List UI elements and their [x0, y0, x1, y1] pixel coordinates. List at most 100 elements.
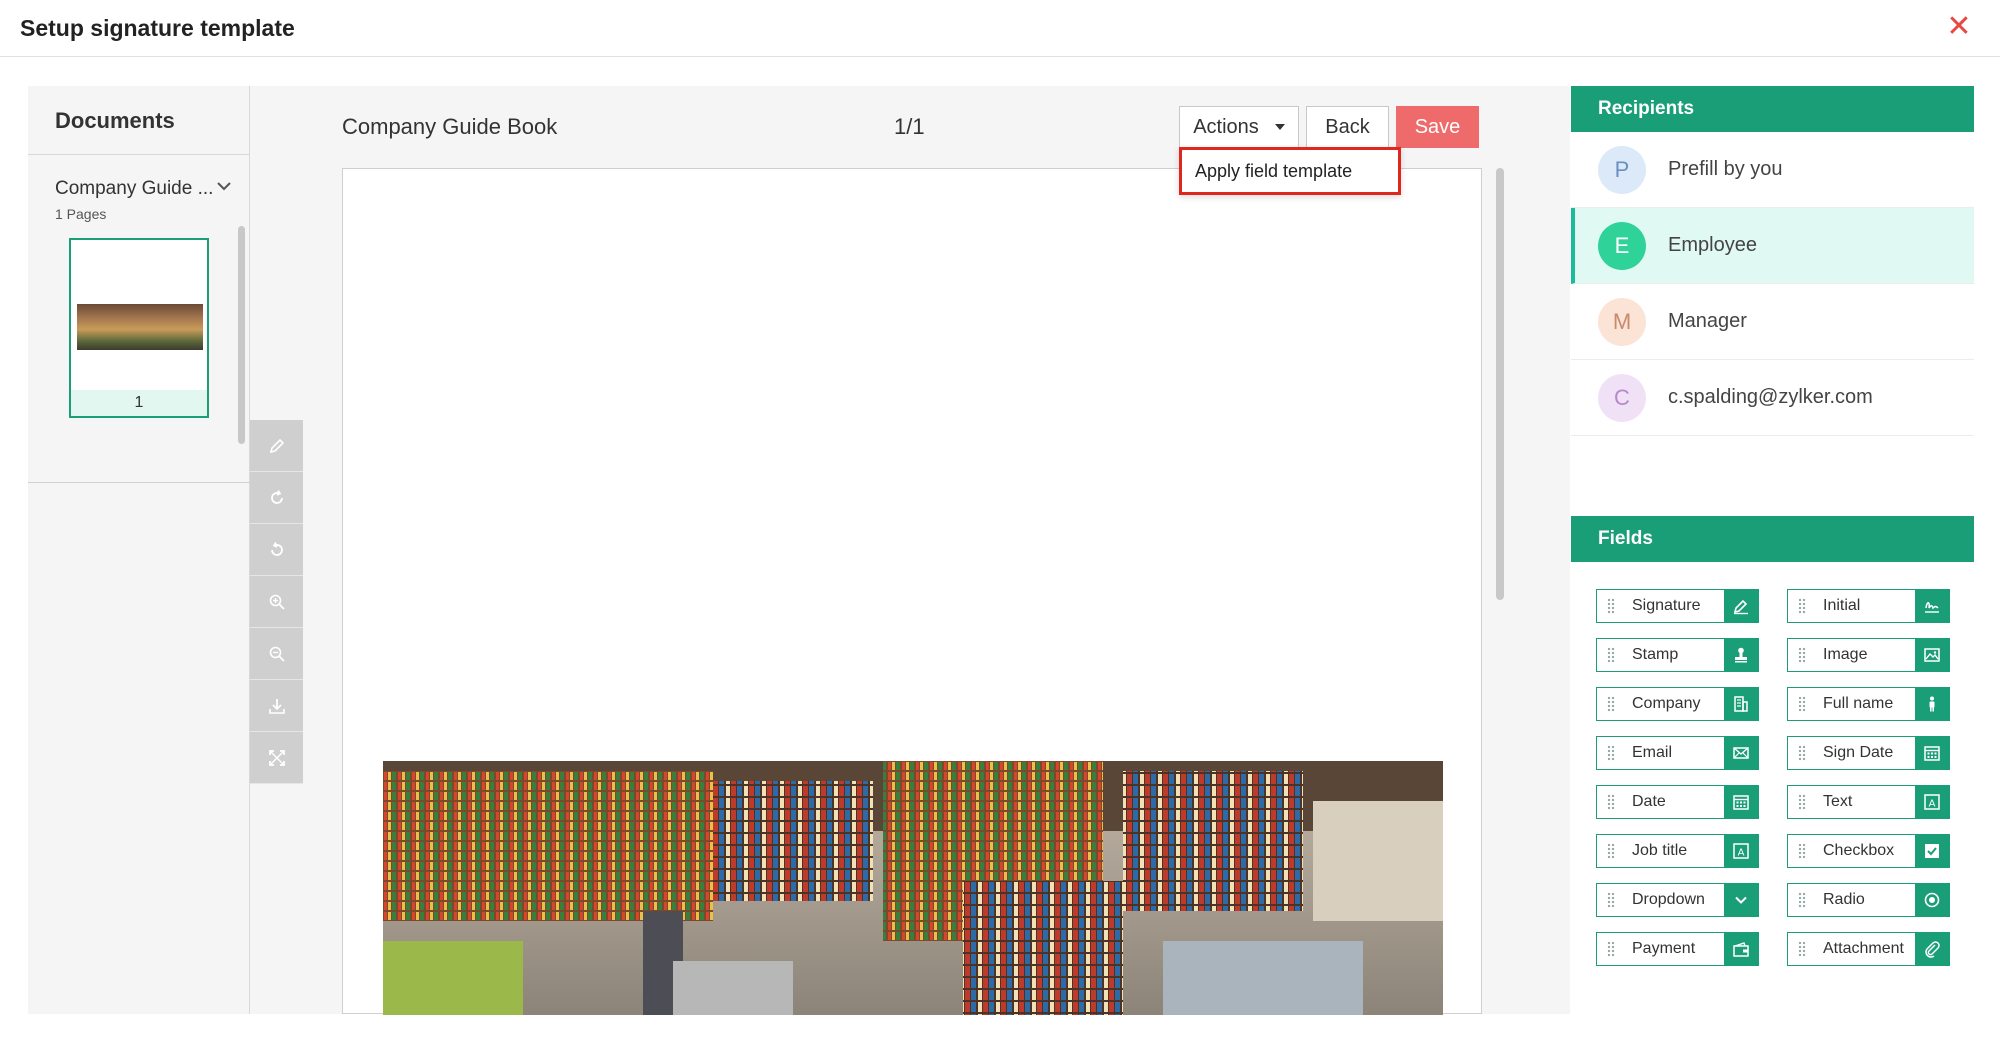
chevron-down-icon[interactable] [214, 176, 234, 196]
field-label: Stamp [1632, 646, 1679, 663]
field-label: Company [1632, 695, 1701, 712]
save-button[interactable]: Save [1396, 106, 1479, 148]
pen-icon [1733, 599, 1748, 615]
edit-tool[interactable] [250, 420, 303, 472]
field-signature[interactable]: Signature [1596, 589, 1759, 623]
recipient-name: Prefill by you [1668, 158, 1783, 180]
grip-icon [1798, 794, 1806, 810]
viewer-toolbar [250, 420, 303, 784]
building-icon [1734, 696, 1748, 712]
caret-down-icon [1274, 124, 1285, 130]
zoom-out-tool[interactable] [250, 628, 303, 680]
recipient-name: Employee [1668, 234, 1757, 256]
documents-scrollbar[interactable] [238, 226, 245, 444]
download-tool[interactable] [250, 680, 303, 732]
grip-icon [1607, 598, 1615, 614]
field-label: Full name [1823, 695, 1894, 712]
divider [28, 482, 250, 483]
apply-field-template-option[interactable]: Apply field template [1195, 161, 1352, 182]
back-button[interactable]: Back [1306, 106, 1389, 148]
dialog-header: Setup signature template ✕ [0, 0, 2000, 57]
recipient-row[interactable]: E Employee [1571, 208, 1974, 284]
grip-icon [1798, 892, 1806, 908]
thumbnail-image [77, 304, 203, 350]
field-checkbox[interactable]: Checkbox [1787, 834, 1950, 868]
avatar: E [1598, 221, 1646, 270]
grip-icon [1798, 843, 1806, 859]
grip-icon [1607, 794, 1615, 810]
field-label: Sign Date [1823, 744, 1894, 761]
recipient-row[interactable]: P Prefill by you [1571, 132, 1974, 208]
document-title: Company Guide Book [342, 114, 558, 139]
field-initial[interactable]: Initial [1787, 589, 1950, 623]
initial-icon [1925, 602, 1939, 613]
documents-panel: Documents Company Guide ... 1 Pages 1 [28, 86, 250, 1014]
grip-icon [1607, 941, 1615, 957]
actions-label: Actions [1193, 115, 1259, 138]
text-icon: A [1924, 794, 1940, 810]
field-label: Signature [1632, 597, 1701, 614]
page-scrollbar[interactable] [1496, 168, 1504, 600]
avatar: M [1598, 297, 1646, 346]
page-thumbnail[interactable]: 1 [69, 238, 209, 418]
field-dropdown[interactable]: Dropdown [1596, 883, 1759, 917]
dialog-title: Setup signature template [20, 15, 295, 41]
grip-icon [1607, 745, 1615, 761]
field-label: Initial [1823, 597, 1861, 614]
grip-icon [1607, 892, 1615, 908]
stamp-icon [1735, 647, 1747, 663]
rotate-left-icon [270, 541, 283, 556]
rotate-left-tool[interactable] [250, 524, 303, 576]
field-text[interactable]: Text A [1787, 785, 1950, 819]
calendar-icon [1733, 795, 1749, 810]
grip-icon [1607, 696, 1615, 712]
field-image[interactable]: Image [1787, 638, 1950, 672]
actions-button[interactable]: Actions [1179, 106, 1299, 148]
rotate-right-tool[interactable] [250, 472, 303, 524]
recipient-row[interactable]: C c.spalding@zylker.com [1571, 360, 1974, 436]
fullscreen-tool[interactable] [250, 732, 303, 784]
document-name[interactable]: Company Guide ... [55, 178, 213, 200]
field-date[interactable]: Date [1596, 785, 1759, 819]
field-company[interactable]: Company [1596, 687, 1759, 721]
recipient-row[interactable]: M Manager [1571, 284, 1974, 360]
fields-header: Fields [1571, 516, 1974, 562]
field-label: Payment [1632, 940, 1696, 957]
documents-title: Documents [55, 108, 175, 133]
grip-icon [1798, 598, 1806, 614]
zoom-in-tool[interactable] [250, 576, 303, 628]
chevron-down-icon [1735, 896, 1747, 904]
svg-text:A: A [1929, 799, 1936, 810]
grip-icon [1607, 647, 1615, 663]
field-sign-date[interactable]: Sign Date [1787, 736, 1950, 770]
field-label: Date [1632, 793, 1666, 810]
actions-dropdown: Apply field template [1179, 147, 1401, 195]
recipients-header: Recipients [1571, 86, 1974, 132]
paperclip-icon [1925, 941, 1940, 958]
close-icon[interactable]: ✕ [1944, 12, 1974, 42]
wallet-icon [1733, 942, 1749, 957]
field-label: Email [1632, 744, 1673, 761]
document-page[interactable] [342, 168, 1482, 1015]
zoom-in-icon [269, 594, 285, 610]
field-job-title[interactable]: Job title A [1596, 834, 1759, 868]
page-counter: 1/1 [894, 114, 925, 139]
field-full-name[interactable]: Full name [1787, 687, 1950, 721]
field-email[interactable]: Email [1596, 736, 1759, 770]
field-radio[interactable]: Radio [1787, 883, 1950, 917]
grip-icon [1607, 843, 1615, 859]
edit-icon [269, 438, 284, 453]
avatar: P [1598, 145, 1646, 194]
field-attachment[interactable]: Attachment [1787, 932, 1950, 966]
thumbnail-page-number: 1 [71, 390, 207, 416]
person-icon [1929, 696, 1935, 712]
field-payment[interactable]: Payment [1596, 932, 1759, 966]
recipient-name: Manager [1668, 310, 1747, 332]
fullscreen-icon [268, 749, 285, 766]
field-stamp[interactable]: Stamp [1596, 638, 1759, 672]
divider [28, 154, 250, 155]
grip-icon [1798, 941, 1806, 957]
field-label: Radio [1823, 891, 1865, 908]
recipient-name: c.spalding@zylker.com [1668, 386, 1873, 408]
field-label: Attachment [1823, 940, 1904, 957]
